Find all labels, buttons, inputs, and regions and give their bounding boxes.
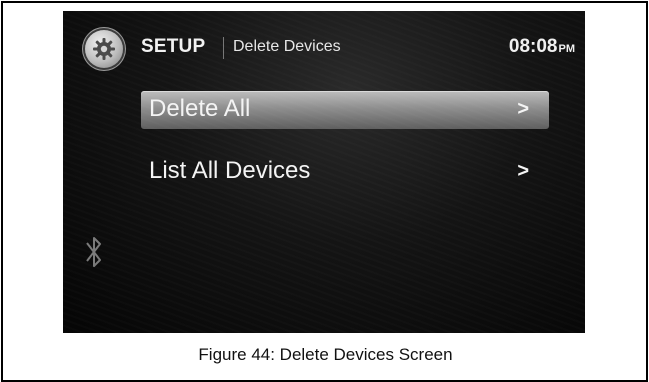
page-title: Delete Devices (233, 38, 341, 55)
menu-item-delete-all[interactable]: Delete All > (141, 91, 549, 129)
clock: 08:08PM (509, 36, 575, 58)
chevron-right-icon: > (517, 160, 529, 182)
chevron-right-icon: > (517, 98, 529, 120)
menu-item-label: Delete All (149, 95, 251, 122)
header-divider (223, 37, 224, 59)
head-unit-screen: SETUP Delete Devices 08:08PM Delete All … (63, 11, 585, 333)
figure-frame: SETUP Delete Devices 08:08PM Delete All … (1, 1, 648, 382)
bluetooth-icon (85, 233, 103, 275)
menu-item-label: List All Devices (149, 157, 311, 184)
gear-icon-glyph (93, 38, 115, 60)
figure-caption: Figure 44: Delete Devices Screen (198, 345, 453, 364)
section-title: SETUP (141, 36, 206, 57)
gear-icon[interactable] (85, 30, 123, 68)
menu-item-list-all-devices[interactable]: List All Devices > (141, 153, 549, 191)
clock-time: 08:08 (508, 36, 558, 57)
bluetooth-icon-glyph (86, 237, 101, 267)
clock-ampm: PM (558, 43, 576, 55)
